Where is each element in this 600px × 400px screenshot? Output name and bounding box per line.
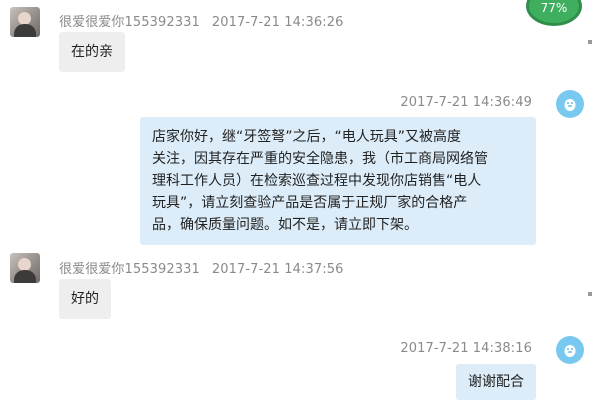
scroll-indicator[interactable] [588,40,592,44]
message-time: 2017-7-21 14:38:16 [400,341,532,356]
battery-percent: 77% [540,1,568,15]
message-text-line: 关注，因其存在严重的安全隐患，我（市工商局网络管 [152,151,488,167]
message-text-line: 理科工作人员）在检索巡查过程中发现你店销售“电人 [152,173,482,189]
message-header: 很爱很爱你155392331 2017-7-21 14:37:56 [59,258,343,277]
message-time: 2017-7-21 14:36:26 [211,15,344,30]
message-bubble[interactable]: 店家你好，继“牙签弩”之后，“电人玩具”又被高度 关注，因其存在严重的安全隐患，… [140,117,536,245]
message-time: 2017-7-21 14:36:49 [400,95,532,110]
message-header: 很爱很爱你155392331 2017-7-21 14:36:26 [59,11,343,30]
chat-history: 77% 很爱很爱你155392331 2017-7-21 14:36:26 在的亲… [0,0,600,400]
scroll-indicator[interactable] [588,292,592,296]
message-bubble[interactable]: 在的亲 [59,32,125,72]
sender-avatar[interactable] [10,7,40,37]
message-text-line: 店家你好，继“牙签弩”之后，“电人玩具”又被高度 [152,129,462,145]
sender-name: 很爱很爱你155392331 [59,15,200,30]
message-text-line: 玩具”，请立刻查验产品是否属于正规厂家的合格产 [152,195,468,211]
qq-penguin-icon[interactable] [556,336,584,364]
message-time: 2017-7-21 14:37:56 [211,262,344,277]
sender-name: 很爱很爱你155392331 [59,262,200,277]
qq-penguin-icon[interactable] [556,90,584,118]
message-bubble[interactable]: 好的 [59,279,111,319]
battery-badge: 77% [526,0,582,26]
message-text: 在的亲 [71,44,113,60]
sender-avatar[interactable] [10,253,40,283]
message-text: 好的 [71,291,99,307]
message-text-line: 品，确保质量问题。如不是，请立即下架。 [152,217,418,233]
message-text: 谢谢配合 [468,374,524,390]
message-bubble[interactable]: 谢谢配合 [456,364,536,400]
